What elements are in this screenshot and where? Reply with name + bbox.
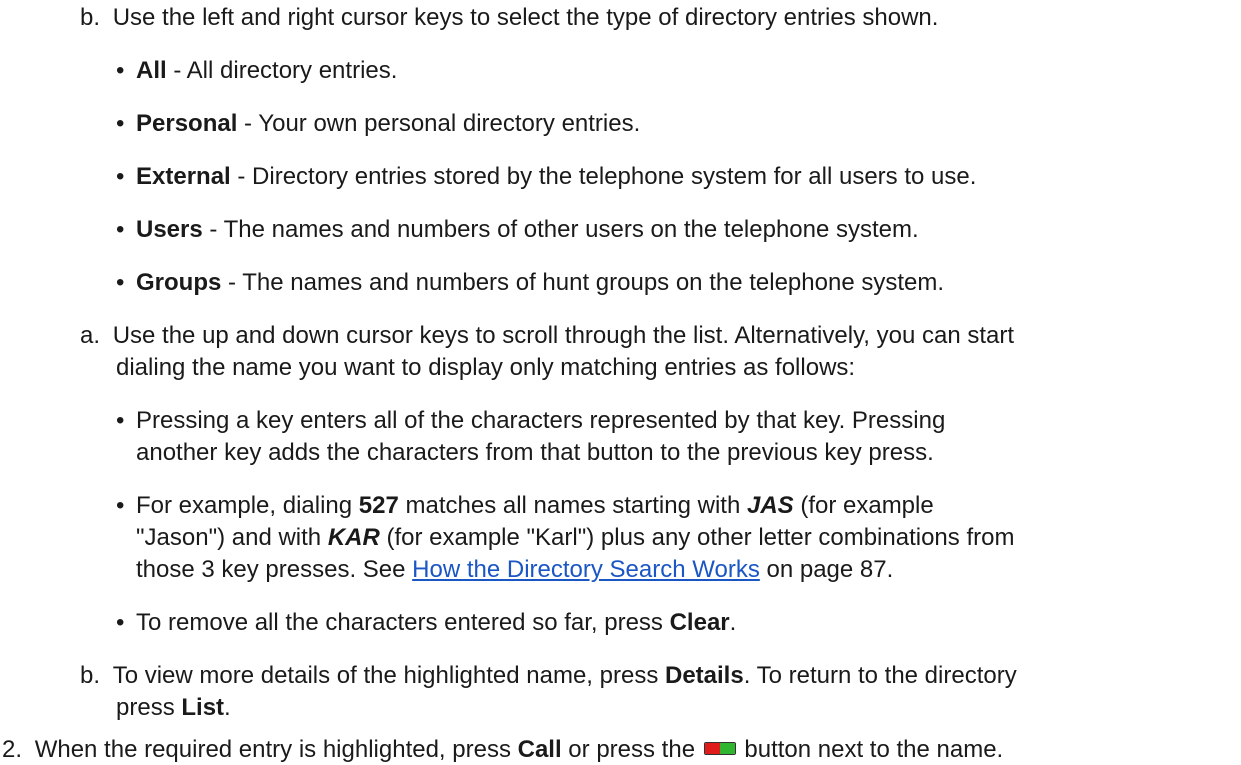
list-item-all: • All - All directory entries. (116, 57, 398, 84)
list-marker: a. (80, 322, 101, 349)
entry-type-term: External (136, 163, 231, 190)
directory-search-link[interactable]: How the Directory Search Works (412, 556, 760, 583)
letters-jas: JAS (746, 492, 794, 519)
list-marker: 2. (2, 736, 23, 763)
entry-type-term: Users (136, 216, 203, 243)
bullet-example-line-3: those 3 key presses. See How the Directo… (136, 556, 894, 583)
step-a-line-1: a. Use the up and down cursor keys to sc… (80, 321, 1014, 351)
step-b2-line-1: b. To view more details of the highlight… (80, 662, 1017, 689)
bullet-example-line-1: • For example, dialing 527 matches all na… (116, 492, 934, 519)
letters-kar: KAR (327, 524, 380, 551)
bullet-text: Pressing a key enters all of the charact… (136, 407, 946, 434)
step-b-line: b. Use the left and right cursor keys to… (80, 3, 938, 33)
entry-type-desc: - Your own personal directory entries. (237, 110, 641, 137)
bullet-press-line-1: • Pressing a key enters all of the charac… (116, 407, 946, 434)
step-a-line-2: dialing the name you want to display onl… (116, 354, 856, 381)
red-green-led-icon (703, 742, 736, 756)
step-text: Use the left and right cursor keys to se… (112, 4, 939, 31)
call-key: Call (517, 736, 562, 763)
step-b2-line-2: press List. (116, 694, 231, 721)
bullet-example-line-2: "Jason") and with KAR (for example "Karl… (136, 524, 1015, 551)
dial-digits: 527 (358, 492, 399, 519)
entry-type-desc: - The names and numbers of other users o… (202, 216, 919, 243)
list-item-external: • External - Directory entries stored by … (116, 163, 977, 190)
list-item-personal: • Personal - Your own personal directory … (116, 110, 641, 137)
entry-type-desc: - Directory entries stored by the teleph… (230, 163, 977, 190)
details-key: Details (664, 662, 744, 689)
step-2-line: 2. When the required entry is highlighte… (2, 736, 1004, 763)
list-item-users: • Users - The names and numbers of other … (116, 216, 919, 243)
entry-type-term: Groups (136, 269, 222, 296)
entry-type-desc: - All directory entries. (166, 57, 398, 84)
step-text: Use the up and down cursor keys to scrol… (112, 322, 1015, 349)
list-marker: b. (80, 662, 101, 689)
list-marker: b. (80, 4, 101, 31)
list-item-groups: • Groups - The names and numbers of hunt … (116, 269, 945, 296)
entry-type-term: Personal (136, 110, 238, 137)
bullet-press-line-2: another key adds the characters from tha… (136, 439, 934, 466)
clear-key: Clear (669, 609, 730, 636)
entry-type-desc: - The names and numbers of hunt groups o… (221, 269, 945, 296)
entry-type-term: All (136, 57, 167, 84)
bullet-clear-line: • To remove all the characters entered so… (116, 609, 737, 636)
list-key: List (181, 694, 225, 721)
